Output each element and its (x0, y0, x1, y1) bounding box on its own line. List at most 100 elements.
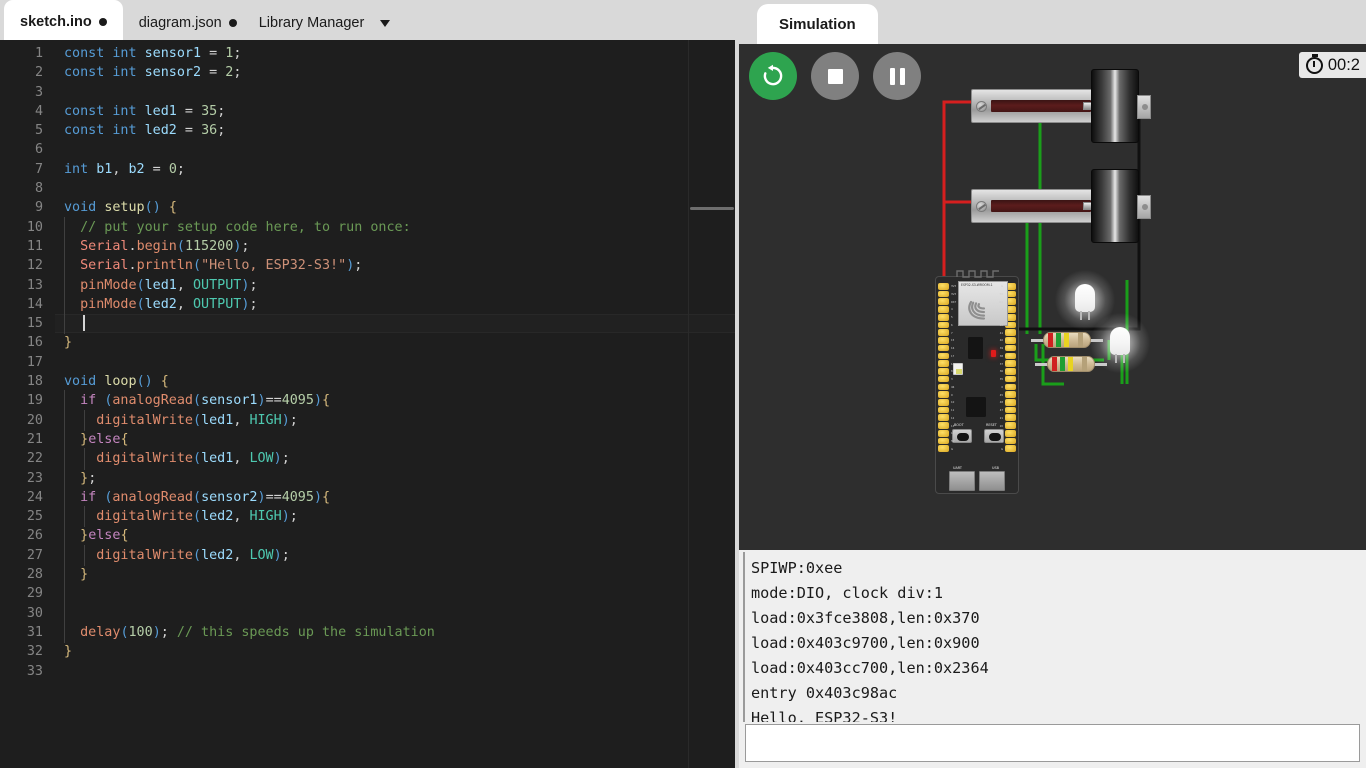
code-line[interactable]: 3 (0, 83, 735, 102)
tab-sketch-ino[interactable]: sketch.ino (4, 0, 123, 40)
pot-knob[interactable] (1091, 169, 1139, 243)
code-line[interactable]: 18 void loop() { (0, 372, 735, 391)
code-line[interactable]: 23 }; (0, 467, 735, 490)
code-line[interactable]: 12 Serial.println("Hello, ESP32-S3!"); (0, 255, 735, 277)
board-pin[interactable] (1005, 375, 1016, 383)
board-pin[interactable] (938, 360, 949, 367)
pause-button[interactable] (873, 52, 921, 100)
board-pin[interactable] (1005, 406, 1016, 414)
editor-scrollbar-thumb[interactable] (690, 207, 734, 210)
board-pin[interactable] (938, 290, 949, 298)
board-pin[interactable] (938, 445, 949, 453)
board-pin[interactable] (938, 321, 949, 329)
board-pin[interactable] (1005, 414, 1016, 422)
code-line[interactable]: 16} (0, 333, 735, 352)
board-pin[interactable] (938, 352, 949, 360)
code-editor[interactable]: 1 const int sensor1 = 1; 2 const int sensor… (0, 40, 735, 768)
led-1[interactable] (1055, 269, 1115, 331)
code-line[interactable]: 17 (0, 353, 735, 372)
code-line[interactable]: 22 digitalWrite(led1, LOW); (0, 448, 735, 470)
board-pin[interactable] (1005, 422, 1016, 429)
board-pin[interactable] (938, 383, 949, 391)
uart-port[interactable] (949, 471, 975, 491)
board-pin[interactable] (938, 313, 949, 321)
stop-button[interactable] (811, 52, 859, 100)
pin-header-left[interactable] (938, 283, 949, 453)
simulation-stage[interactable]: 00:2 ESP32-S3-WROOM-1 BOOT RESET UART US… (739, 44, 1366, 548)
board-pin[interactable] (938, 283, 949, 290)
code-line[interactable]: 8 (0, 179, 735, 198)
board-pin[interactable] (1005, 368, 1016, 375)
esp32-s3-devkit-board[interactable]: ESP32-S3-WROOM-1 BOOT RESET UART USB 3V3… (935, 270, 1019, 494)
code-line[interactable]: 10 // put your setup code here, to run o… (0, 216, 735, 239)
board-pin[interactable] (938, 337, 949, 344)
code-line[interactable]: 6 (0, 140, 735, 159)
boot-button[interactable] (952, 429, 972, 443)
board-pin[interactable] (938, 406, 949, 414)
chevron-down-icon[interactable] (380, 19, 391, 27)
code-line[interactable]: 28 } (0, 564, 735, 586)
code-line[interactable]: 29 (0, 583, 735, 605)
led-2[interactable] (1090, 312, 1150, 374)
resistor-2[interactable] (1035, 356, 1107, 372)
code-line[interactable]: 2 const int sensor2 = 2; (0, 63, 735, 82)
library-manager-button[interactable]: Library Manager (253, 6, 403, 40)
code-line[interactable]: 33 (0, 662, 735, 681)
tab-diagram-json[interactable]: diagram.json (123, 6, 253, 40)
board-pin[interactable] (1005, 445, 1016, 453)
serial-input[interactable] (745, 724, 1360, 762)
code-line[interactable]: 20 digitalWrite(led1, HIGH); (0, 409, 735, 432)
board-pin[interactable] (938, 391, 949, 398)
board-pin[interactable] (1005, 329, 1016, 336)
code-line[interactable]: 24 if (analogRead(sensor2)==4095){ (0, 486, 735, 509)
board-pin[interactable] (1005, 383, 1016, 391)
board-pin[interactable] (1005, 437, 1016, 445)
board-pin[interactable] (938, 429, 949, 437)
board-pin[interactable] (938, 375, 949, 383)
code-line[interactable]: 7 int b1, b2 = 0; (0, 160, 735, 179)
board-pin[interactable] (938, 437, 949, 445)
usb-port[interactable] (979, 471, 1005, 491)
pin-label: 18 (951, 362, 955, 366)
board-pin[interactable] (1005, 337, 1016, 344)
board-pin[interactable] (938, 414, 949, 422)
board-pin[interactable] (938, 368, 949, 375)
board-pin[interactable] (938, 329, 949, 336)
code-line[interactable]: 25 digitalWrite(led2, HIGH); (0, 506, 735, 528)
pin-label: 48 (999, 401, 1003, 405)
restart-button[interactable] (749, 52, 797, 100)
pin-label: 16 (951, 347, 955, 350)
code-line[interactable]: 9 void setup() { (0, 198, 735, 217)
code-line[interactable]: 15 (0, 313, 735, 335)
board-pin[interactable] (1005, 344, 1016, 352)
board-pin[interactable] (938, 344, 949, 352)
pot-knob[interactable] (1091, 69, 1139, 143)
code-line[interactable]: 31 delay(100); // this speeds up the sim… (0, 621, 735, 644)
board-pin[interactable] (1005, 429, 1016, 437)
code-line[interactable]: 30 (0, 602, 735, 625)
board-pin[interactable] (1005, 352, 1016, 360)
code-line[interactable]: 26 }else{ (0, 525, 735, 548)
pin-label: RST (951, 300, 957, 304)
code-line[interactable]: 13 pinMode(led1, OUTPUT); (0, 274, 735, 297)
board-pin[interactable] (938, 306, 949, 313)
board-pin[interactable] (1005, 360, 1016, 367)
board-pin[interactable] (938, 422, 949, 429)
onboard-red-led (991, 350, 996, 357)
circuit-diagram[interactable]: ESP32-S3-WROOM-1 BOOT RESET UART USB 3V3… (739, 44, 1366, 548)
board-pin[interactable] (1005, 391, 1016, 398)
board-pin[interactable] (938, 399, 949, 406)
code-line[interactable]: 1 const int sensor1 = 1; (0, 44, 735, 63)
code-line[interactable]: 14 pinMode(led2, OUTPUT); (0, 293, 735, 316)
code-line[interactable]: 27 digitalWrite(led2, LOW); (0, 544, 735, 567)
code-line[interactable]: 4 const int led1 = 35; (0, 102, 735, 121)
code-line[interactable]: 21 }else{ (0, 428, 735, 451)
code-line[interactable]: 32} (0, 642, 735, 661)
resistor-1[interactable] (1031, 332, 1103, 348)
code-line[interactable]: 19 if (analogRead(sensor1)==4095){ (0, 390, 735, 412)
tab-simulation[interactable]: Simulation (757, 4, 878, 44)
board-pin[interactable] (938, 298, 949, 306)
code-line[interactable]: 11 Serial.begin(115200); (0, 235, 735, 258)
code-line[interactable]: 5 const int led2 = 36; (0, 121, 735, 140)
board-pin[interactable] (1005, 399, 1016, 406)
